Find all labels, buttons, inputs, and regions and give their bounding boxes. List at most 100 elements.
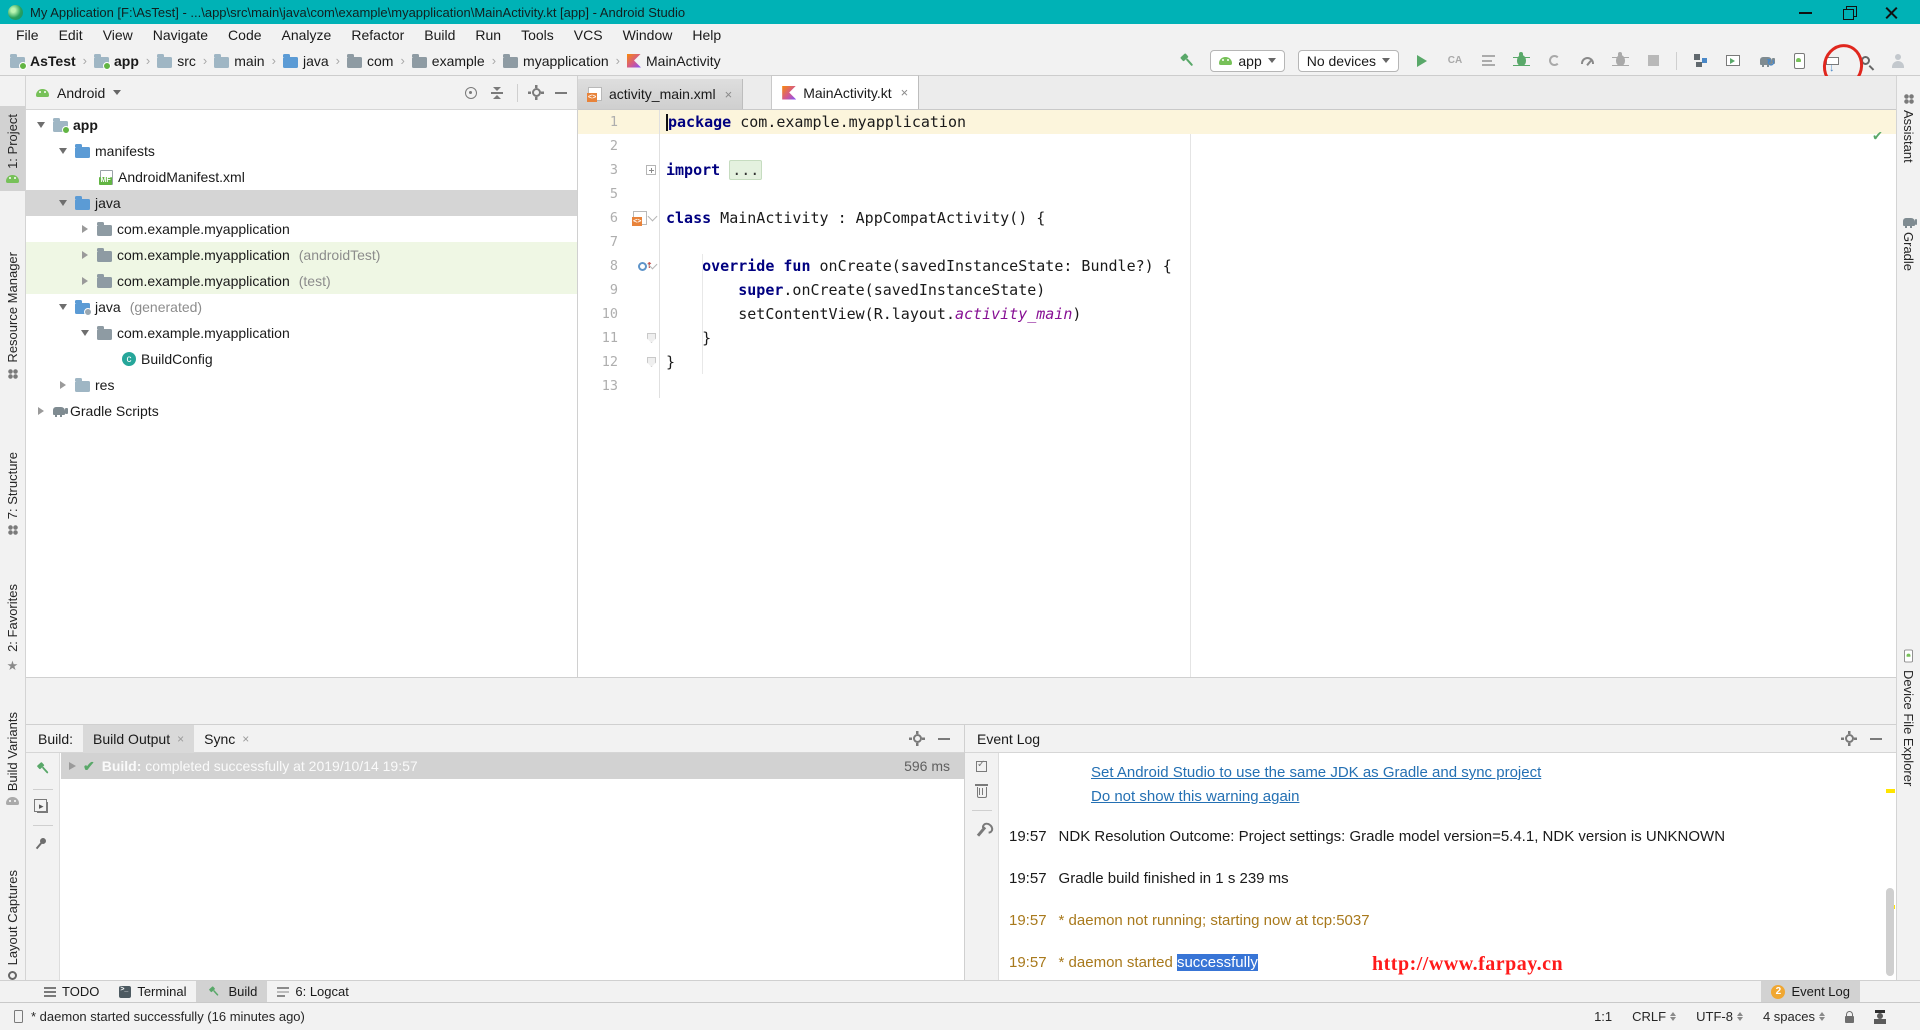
- close-tab-icon[interactable]: ×: [725, 87, 733, 102]
- breadcrumb-com[interactable]: com: [347, 53, 393, 69]
- hide-panel-icon[interactable]: [1870, 738, 1882, 740]
- run-button[interactable]: [1412, 51, 1432, 71]
- project-structure-button[interactable]: [1690, 51, 1710, 71]
- layout-inspector-button[interactable]: [1723, 51, 1743, 71]
- tab-todo[interactable]: TODO: [34, 981, 109, 1003]
- tree-row-gradle-scripts[interactable]: Gradle Scripts: [26, 398, 577, 424]
- hide-panel-icon[interactable]: [938, 738, 950, 740]
- collapse-all-icon[interactable]: [491, 87, 503, 99]
- tree-row-buildconfig[interactable]: cBuildConfig: [26, 346, 577, 372]
- scrollbar-thumb[interactable]: [1886, 888, 1894, 976]
- apply-code-changes-button[interactable]: [1478, 51, 1498, 71]
- tree-row-package-androidtest[interactable]: com.example.myapplication(androidTest): [26, 242, 577, 268]
- debug-button[interactable]: [1511, 51, 1531, 71]
- close-tab-icon[interactable]: ×: [242, 732, 249, 746]
- locate-file-icon[interactable]: [465, 87, 477, 99]
- tree-row-java[interactable]: java: [26, 190, 577, 216]
- avd-manager-button[interactable]: [1789, 51, 1809, 71]
- tree-row-manifests[interactable]: manifests: [26, 138, 577, 164]
- sidebar-item-gradle[interactable]: Gradle: [1897, 218, 1920, 271]
- sidebar-item-resource-manager[interactable]: Resource Manager: [0, 252, 25, 379]
- breadcrumb-java[interactable]: java: [283, 53, 329, 69]
- breadcrumb-main[interactable]: main: [214, 53, 264, 69]
- build-result-row[interactable]: ✔ Build: completed successfully at 2019/…: [61, 753, 964, 779]
- tab-build-output[interactable]: Build Output×: [83, 725, 194, 753]
- menu-tools[interactable]: Tools: [511, 27, 564, 43]
- tree-row-package-test[interactable]: com.example.myapplication(test): [26, 268, 577, 294]
- device-select[interactable]: No devices: [1298, 50, 1399, 72]
- hide-panel-icon[interactable]: [555, 92, 567, 94]
- tab-sync[interactable]: Sync×: [194, 725, 259, 753]
- breadcrumb-project[interactable]: AsTest: [10, 53, 76, 69]
- tree-row-app[interactable]: app: [26, 112, 577, 138]
- close-tab-icon[interactable]: ×: [177, 732, 184, 746]
- tab-terminal[interactable]: Terminal: [109, 981, 196, 1003]
- project-view-selector[interactable]: Android: [57, 85, 105, 101]
- override-method-icon[interactable]: [638, 262, 647, 271]
- mark-all-read-icon[interactable]: [976, 761, 987, 772]
- menu-build[interactable]: Build: [414, 27, 465, 43]
- related-layout-icon[interactable]: <>: [633, 211, 647, 225]
- sidebar-item-project[interactable]: 1: Project: [0, 106, 25, 191]
- code-area[interactable]: 1package com.example.myapplication✔ 2 3i…: [578, 110, 1896, 677]
- profile-avatar-icon[interactable]: [1888, 51, 1908, 71]
- lock-icon[interactable]: [1845, 1016, 1854, 1023]
- tree-row-java-generated[interactable]: java(generated): [26, 294, 577, 320]
- profiler-button[interactable]: [1544, 51, 1564, 71]
- tab-mainactivity-kt[interactable]: MainActivity.kt×: [771, 75, 919, 109]
- apply-changes-button[interactable]: CA: [1445, 51, 1465, 71]
- breadcrumb-example[interactable]: example: [412, 53, 485, 69]
- menu-code[interactable]: Code: [218, 27, 271, 43]
- fold-expand-icon[interactable]: [646, 165, 656, 175]
- pin-icon[interactable]: [38, 837, 46, 845]
- folded-imports[interactable]: ...: [729, 160, 762, 180]
- caret-position-widget[interactable]: 1:1: [1594, 1009, 1612, 1024]
- toggle-view-icon[interactable]: [37, 802, 48, 813]
- sidebar-item-structure[interactable]: 7: Structure: [0, 452, 25, 535]
- sidebar-item-device-file-explorer[interactable]: Device File Explorer: [1897, 648, 1920, 786]
- chevron-down-icon[interactable]: [113, 90, 121, 95]
- tree-row-res[interactable]: res: [26, 372, 577, 398]
- gradle-sync-button[interactable]: ↻: [1756, 51, 1776, 71]
- stop-button[interactable]: [1643, 51, 1663, 71]
- breadcrumb-myapplication[interactable]: myapplication: [503, 53, 609, 69]
- fold-collapse-icon[interactable]: [648, 211, 658, 221]
- menu-edit[interactable]: Edit: [49, 27, 93, 43]
- inspections-hector-icon[interactable]: [1874, 1010, 1886, 1024]
- encoding-widget[interactable]: UTF-8: [1696, 1009, 1743, 1024]
- gear-icon[interactable]: [1845, 734, 1854, 743]
- menu-refactor[interactable]: Refactor: [341, 27, 414, 43]
- expand-icon[interactable]: [69, 762, 76, 770]
- settings-wrench-icon[interactable]: [977, 826, 986, 836]
- restore-button[interactable]: [1842, 6, 1855, 19]
- sidebar-item-favorites[interactable]: 2: Favorites★: [0, 584, 25, 674]
- make-project-button[interactable]: [1177, 51, 1197, 71]
- gear-icon[interactable]: [913, 734, 922, 743]
- breadcrumb-mainactivity[interactable]: MainActivity: [627, 53, 721, 69]
- event-log-scrollbar[interactable]: [1884, 753, 1896, 980]
- sidebar-item-assistant[interactable]: Assistant: [1897, 94, 1920, 163]
- profile-app-button[interactable]: [1577, 51, 1597, 71]
- menu-run[interactable]: Run: [465, 27, 511, 43]
- tab-build[interactable]: Build: [196, 981, 267, 1003]
- sidebar-item-build-variants[interactable]: Build Variants: [0, 712, 25, 805]
- search-everywhere-button[interactable]: [1855, 51, 1875, 71]
- gear-icon[interactable]: [532, 88, 541, 97]
- menu-window[interactable]: Window: [613, 27, 683, 43]
- run-configuration-select[interactable]: app: [1210, 50, 1284, 72]
- close-button[interactable]: [1885, 6, 1898, 19]
- rerun-build-icon[interactable]: [32, 759, 52, 779]
- menu-navigate[interactable]: Navigate: [143, 27, 218, 43]
- breadcrumb-src[interactable]: src: [157, 53, 196, 69]
- menu-view[interactable]: View: [93, 27, 143, 43]
- dont-show-warning-link[interactable]: Do not show this warning again: [1091, 785, 1884, 809]
- clear-log-icon[interactable]: [977, 787, 987, 798]
- jdk-sync-link[interactable]: Set Android Studio to use the same JDK a…: [1091, 761, 1884, 785]
- attach-debugger-button[interactable]: [1610, 51, 1630, 71]
- tab-logcat[interactable]: 6: Logcat: [267, 981, 359, 1003]
- menu-vcs[interactable]: VCS: [564, 27, 613, 43]
- menu-analyze[interactable]: Analyze: [272, 27, 342, 43]
- tree-row-package-main[interactable]: com.example.myapplication: [26, 216, 577, 242]
- sdk-manager-button[interactable]: [1822, 51, 1842, 71]
- indent-widget[interactable]: 4 spaces: [1763, 1009, 1825, 1024]
